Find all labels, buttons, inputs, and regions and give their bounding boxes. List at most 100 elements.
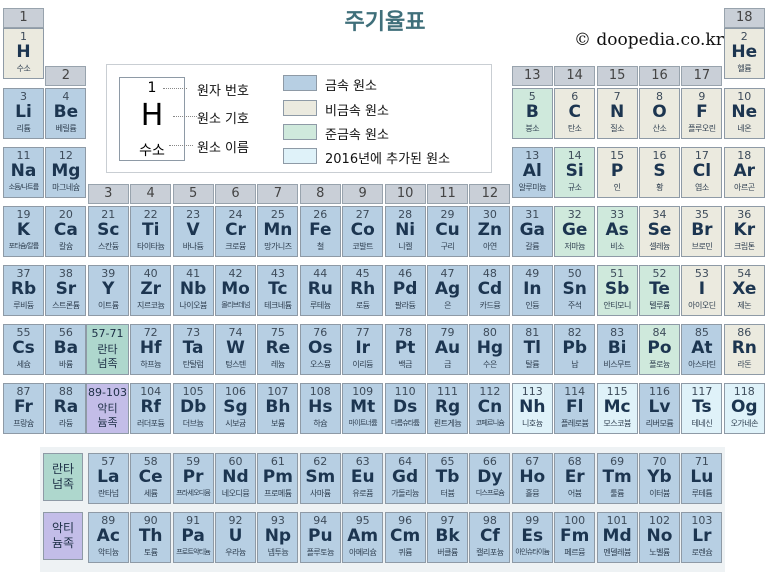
element-cell-y: 39 Y 이트륨 bbox=[87, 265, 129, 316]
element-name: 인 bbox=[613, 183, 621, 192]
element-symbol: K bbox=[16, 220, 31, 240]
page-title: 주기율표 bbox=[344, 10, 426, 35]
element-name: 우라늄 bbox=[225, 548, 246, 557]
element-symbol: U bbox=[228, 526, 243, 546]
element-cell-po: 84 Po 폴로늄 bbox=[639, 324, 680, 375]
element-cell-co: 27 Co 코발트 bbox=[342, 206, 384, 257]
element-symbol: Cm bbox=[389, 526, 421, 546]
element-cell-tb: 65 Tb 터븀 bbox=[427, 453, 468, 504]
element-name: 크로뮴 bbox=[225, 242, 246, 251]
element-symbol: Ag bbox=[434, 279, 461, 299]
element-cell-cm: 96 Cm 퀴륨 bbox=[384, 512, 426, 563]
element-name: 규소 bbox=[567, 183, 582, 192]
element-cell-os: 76 Os 오스뮴 bbox=[299, 324, 341, 375]
group-header-1: 1 bbox=[3, 8, 44, 28]
element-cell-i: 53 I 아이오딘 bbox=[681, 265, 723, 316]
element-symbol: Eu bbox=[350, 467, 375, 487]
element-name: 코페르니슘 bbox=[475, 419, 505, 427]
legend-swatch-metal bbox=[283, 75, 317, 91]
element-name: 탈륨 bbox=[525, 360, 540, 369]
group-header-8: 8 bbox=[299, 184, 341, 204]
element-name: 마이트너륨 bbox=[348, 419, 378, 427]
element-name: 코발트 bbox=[352, 242, 373, 251]
element-cell-he: 2 He 헬륨 bbox=[723, 28, 765, 79]
element-symbol: La bbox=[97, 467, 120, 487]
element-name: 아연 bbox=[483, 242, 497, 251]
element-symbol: Lv bbox=[648, 397, 671, 417]
element-name: 헬륨 bbox=[737, 64, 752, 73]
element-cell-md: 101 Md 멘델레븀 bbox=[596, 512, 638, 563]
element-cell-lr: 103 Lr 로렌슘 bbox=[681, 512, 723, 563]
element-cell-w: 74 W 텅스텐 bbox=[215, 324, 256, 375]
group-header-18: 18 bbox=[723, 8, 765, 28]
element-symbol: Ac bbox=[96, 526, 120, 546]
element-cell-tl: 81 Tl 탈륨 bbox=[511, 324, 553, 375]
element-cell-pa: 91 Pa 프로트악티늄 bbox=[172, 512, 214, 563]
element-name: 이리듐 bbox=[352, 360, 373, 369]
group-header-5: 5 bbox=[172, 184, 214, 204]
element-symbol: Rf bbox=[140, 397, 161, 417]
element-symbol: Th bbox=[138, 526, 163, 546]
element-name: 산소 bbox=[652, 124, 667, 133]
element-name: 몰리브데넘 bbox=[221, 301, 250, 309]
element-name: 프로메튬 bbox=[264, 489, 292, 498]
group-header-14: 14 bbox=[554, 66, 596, 86]
element-symbol: Na bbox=[10, 161, 37, 181]
element-symbol: Au bbox=[434, 338, 461, 358]
legend-sample-cell: 1 H 수소 bbox=[119, 77, 185, 161]
element-cell-nb: 41 Nb 나이오븀 bbox=[172, 265, 214, 316]
element-symbol: V bbox=[186, 220, 200, 240]
element-name: 넵투늄 bbox=[267, 548, 289, 557]
element-name: 하프늄 bbox=[140, 360, 161, 369]
element-symbol: Gd bbox=[392, 467, 419, 487]
element-symbol: Kr bbox=[733, 220, 756, 240]
element-name: 프로트악티늄 bbox=[176, 548, 211, 556]
element-name: 갈륨 bbox=[525, 242, 540, 251]
element-symbol: Pr bbox=[182, 467, 204, 487]
element-name: 이터븀 bbox=[649, 489, 670, 498]
element-cell-db: 105 Db 더브늄 bbox=[172, 383, 214, 434]
element-cell-ta: 73 Ta 탄탈럼 bbox=[172, 324, 214, 375]
element-symbol: Pu bbox=[308, 526, 333, 546]
element-name: 라돈 bbox=[737, 360, 752, 369]
element-symbol: Rb bbox=[10, 279, 37, 299]
element-cell-lu: 71 Lu 루테튬 bbox=[681, 453, 723, 504]
element-name: 세륨 bbox=[143, 489, 158, 498]
legend-text-metal: 금속 원소 bbox=[325, 79, 377, 94]
element-cell-rh: 45 Rh 로듐 bbox=[342, 265, 384, 316]
element-symbol: Fr bbox=[14, 397, 33, 417]
element-symbol: Yb bbox=[647, 467, 672, 487]
element-cell-n: 7 N 질소 bbox=[596, 88, 638, 139]
element-cell-ag: 47 Ag 은 bbox=[427, 265, 468, 316]
element-cell-na: 11 Na 소듐/나트륨 bbox=[3, 147, 44, 198]
element-cell-og: 118 Og 오가네손 bbox=[723, 383, 765, 434]
element-symbol: Cl bbox=[692, 161, 712, 181]
element-symbol: Pt bbox=[394, 338, 416, 358]
element-symbol: Ho bbox=[519, 467, 546, 487]
element-cell-ir: 77 Ir 이리듐 bbox=[342, 324, 384, 375]
element-symbol: Ts bbox=[692, 397, 712, 417]
legend-text-metalloid: 준금속 원소 bbox=[325, 128, 389, 143]
element-cell-pu: 94 Pu 플루토늄 bbox=[299, 512, 341, 563]
element-name: 텅스텐 bbox=[225, 360, 246, 369]
element-cell-mc: 115 Mc 모스코븀 bbox=[596, 383, 638, 434]
element-symbol: Tc bbox=[268, 279, 288, 299]
element-cell-yb: 70 Yb 이터븀 bbox=[639, 453, 680, 504]
element-cell-at: 85 At 아스타틴 bbox=[681, 324, 723, 375]
element-symbol: Xe bbox=[732, 279, 757, 299]
element-symbol: Co bbox=[350, 220, 375, 240]
element-symbol: Rn bbox=[731, 338, 757, 358]
element-cell-cl: 17 Cl 염소 bbox=[681, 147, 723, 198]
element-symbol: Mc bbox=[603, 397, 631, 417]
element-symbol: Po bbox=[647, 338, 672, 358]
element-cell-pb: 82 Pb 납 bbox=[554, 324, 596, 375]
element-symbol: Cd bbox=[477, 279, 503, 299]
element-name: 이트륨 bbox=[98, 301, 119, 310]
element-name: 백금 bbox=[398, 360, 412, 369]
element-cell-as: 33 As 비소 bbox=[596, 206, 638, 257]
element-cell-tm: 69 Tm 툴륨 bbox=[596, 453, 638, 504]
element-symbol: Ir bbox=[355, 338, 371, 358]
element-name: 질소 bbox=[610, 124, 624, 133]
element-cell-f: 9 F 플루오린 bbox=[681, 88, 723, 139]
element-name: 지르코늄 bbox=[136, 301, 165, 310]
